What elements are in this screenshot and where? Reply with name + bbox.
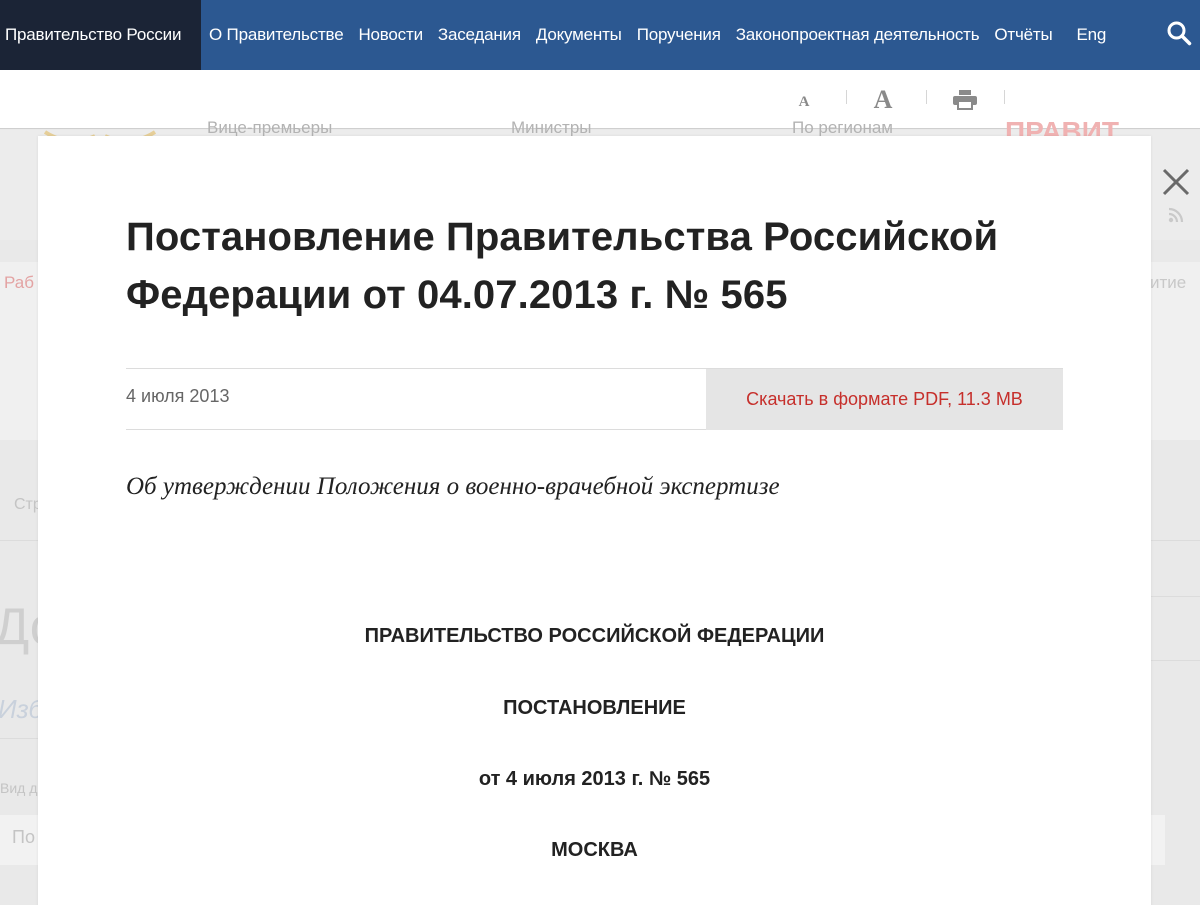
nav-reports[interactable]: Отчёты <box>994 25 1052 45</box>
bg-subnav-vice-premiers: Вице-премьеры <box>207 118 333 137</box>
bg-divider <box>1151 540 1200 541</box>
language-switch[interactable]: Eng <box>1077 25 1107 45</box>
nav-instructions[interactable]: Поручения <box>637 25 721 45</box>
bg-divider <box>0 540 38 541</box>
bg-tab-right: итие <box>1150 273 1187 292</box>
bg-tab-left: Раб <box>4 273 34 292</box>
nav-about[interactable]: О Правительстве <box>209 25 344 45</box>
document-title: Постановление Правительства Российской Ф… <box>126 215 999 317</box>
print-icon[interactable] <box>951 70 979 129</box>
document-type: ПОСТАНОВЛЕНИЕ <box>503 697 686 719</box>
document-meta: 4 июля 2013 Скачать в формате PDF, 11.3 … <box>126 368 1063 430</box>
bg-subnav-regions: По регионам <box>792 118 893 137</box>
document-modal: Постановление Правительства Российской Ф… <box>38 136 1151 905</box>
bg-divider <box>0 738 38 739</box>
toolbar-divider <box>846 90 847 104</box>
bg-kind-label: Вид д <box>0 780 38 796</box>
nav-meetings[interactable]: Заседания <box>438 25 521 45</box>
document-place: МОСКВА <box>551 839 638 861</box>
bg-subnav-ministers: Министры <box>511 118 592 137</box>
close-icon[interactable] <box>1160 166 1192 198</box>
bg-input-text: По <box>12 827 35 847</box>
toolbar-divider <box>926 90 927 104</box>
nav-legislation[interactable]: Законопроектная деятельность <box>736 25 980 45</box>
top-navigation: Правительство России О Правительстве Нов… <box>0 0 1200 70</box>
brand-link[interactable]: Правительство России <box>0 0 201 70</box>
document-subject: Об утверждении Положения о военно-врачеб… <box>126 473 780 500</box>
document-issuer: ПРАВИТЕЛЬСТВО РОССИЙСКОЙ ФЕДЕРАЦИИ <box>364 625 825 647</box>
download-pdf-button[interactable]: Скачать в формате PDF, 11.3 MB <box>706 369 1063 430</box>
rss-icon <box>1168 207 1184 223</box>
search-icon[interactable] <box>1166 20 1192 46</box>
document-number: от 4 июля 2013 г. № 565 <box>478 768 711 790</box>
bg-divider <box>1151 596 1200 597</box>
document-date: 4 июля 2013 <box>126 386 230 406</box>
bg-favorites: Изб <box>0 694 44 724</box>
nav-documents[interactable]: Документы <box>536 25 622 45</box>
nav-news[interactable]: Новости <box>358 25 423 45</box>
toolbar-divider <box>1004 90 1005 104</box>
bg-divider <box>1151 660 1200 661</box>
